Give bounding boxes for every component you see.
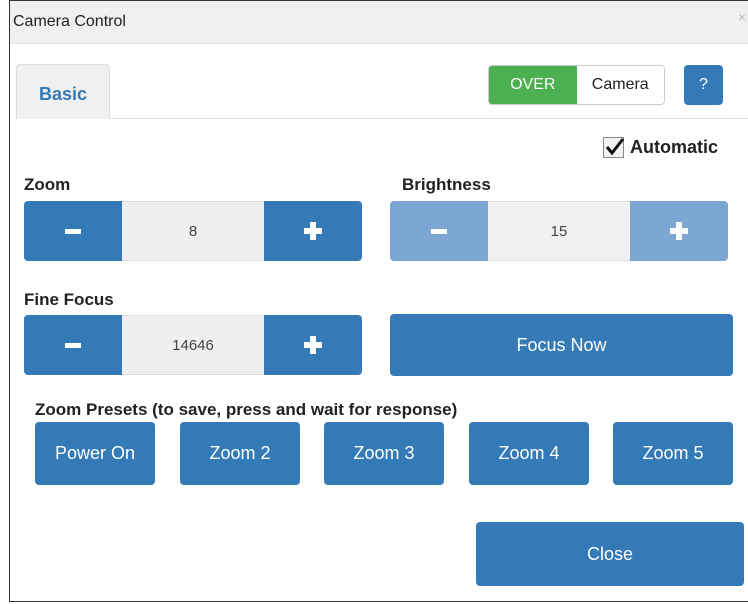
preset-zoom-5-button[interactable]: Zoom 5 [613, 422, 733, 485]
automatic-label: Automatic [630, 137, 719, 157]
automatic-checkbox[interactable]: Automatic [603, 137, 718, 158]
zoom-value: 8 [122, 201, 264, 261]
checkbox-box[interactable] [603, 137, 625, 158]
fine-focus-stepper: 14646 [24, 315, 362, 375]
brightness-value: 15 [488, 201, 630, 261]
brightness-decrease-button[interactable] [390, 201, 488, 261]
zoom-label: Zoom [24, 175, 71, 194]
zoom-stepper: 8 [24, 201, 362, 261]
dialog-title: Camera Control [13, 13, 126, 30]
close-icon[interactable]: × [738, 9, 746, 25]
minus-icon [65, 342, 81, 348]
fine-focus-value: 14646 [122, 315, 264, 375]
tab-divider [110, 118, 748, 119]
plus-icon [670, 222, 688, 240]
title-bar: Camera Control × [10, 1, 748, 44]
brightness-label: Brightness [402, 175, 491, 194]
mode-option-camera[interactable]: Camera [576, 66, 664, 104]
mode-toggle: OVER Camera [488, 65, 665, 105]
mode-option-over[interactable]: OVER [489, 66, 577, 104]
fine-focus-increase-button[interactable] [264, 315, 362, 375]
brightness-stepper: 15 [390, 201, 728, 261]
help-button[interactable]: ? [684, 65, 723, 105]
zoom-presets-label: Zoom Presets (to save, press and wait fo… [35, 400, 458, 419]
focus-now-button[interactable]: Focus Now [390, 314, 733, 376]
preset-zoom-3-button[interactable]: Zoom 3 [324, 422, 444, 485]
fine-focus-decrease-button[interactable] [24, 315, 122, 375]
plus-icon [304, 336, 322, 354]
tab-basic[interactable]: Basic [16, 64, 110, 119]
minus-icon [431, 228, 447, 234]
zoom-increase-button[interactable] [264, 201, 362, 261]
camera-control-dialog: Camera Control × Basic OVER Camera ? Aut… [9, 0, 748, 602]
preset-zoom-4-button[interactable]: Zoom 4 [469, 422, 589, 485]
close-button[interactable]: Close [476, 522, 744, 586]
checkmark-icon [605, 138, 625, 156]
plus-icon [304, 222, 322, 240]
preset-power-on-button[interactable]: Power On [35, 422, 155, 485]
minus-icon [65, 228, 81, 234]
zoom-decrease-button[interactable] [24, 201, 122, 261]
preset-zoom-2-button[interactable]: Zoom 2 [180, 422, 300, 485]
fine-focus-label: Fine Focus [24, 290, 114, 309]
brightness-increase-button[interactable] [630, 201, 728, 261]
